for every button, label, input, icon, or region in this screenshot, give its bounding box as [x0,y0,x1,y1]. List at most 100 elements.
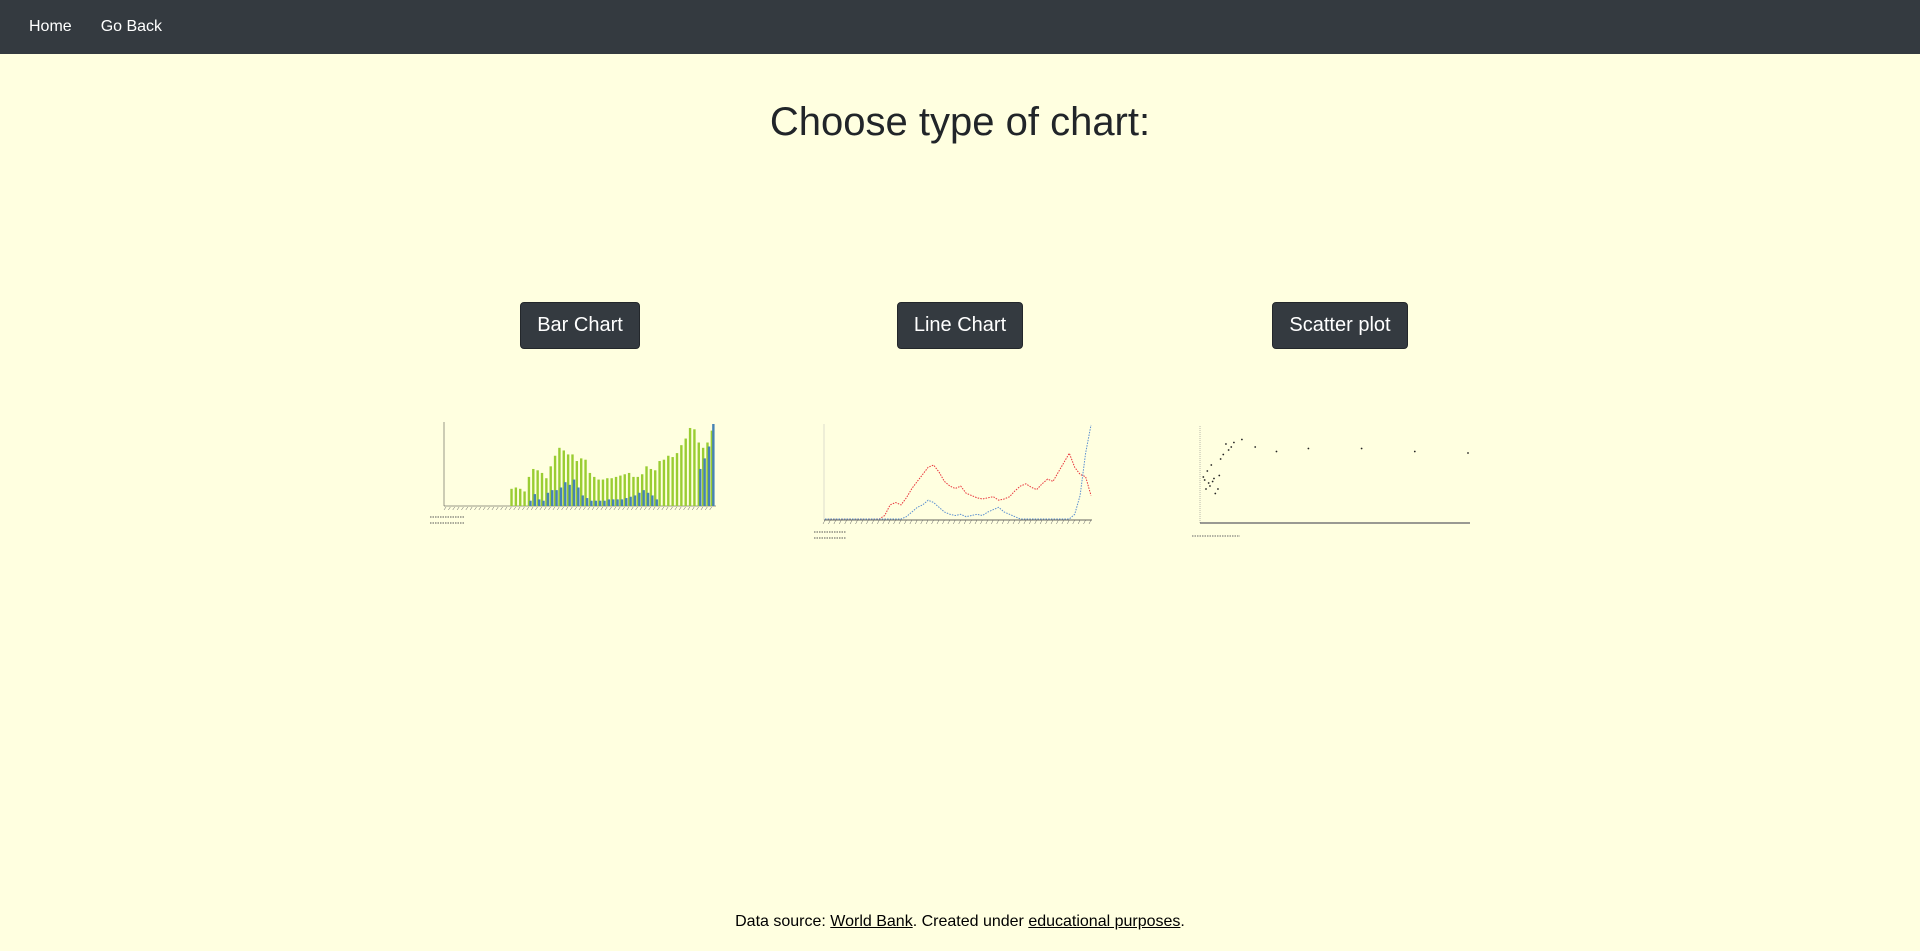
bar-x-tick-22 [539,506,543,511]
bar-x-tick-41 [622,506,625,511]
scatter-marks [1202,438,1469,495]
bar-x-tick-17 [517,506,521,511]
bar-x-tick-21 [535,506,538,511]
bar-x-tick-11 [491,506,495,511]
bar-x-tick-6 [469,506,473,511]
line-x-tick-40 [1039,519,1043,525]
line-x-tick-26 [963,519,967,525]
line-x-tick-7 [860,519,864,525]
scatter-plot-button[interactable]: Scatter plot [1272,302,1408,349]
bar-blue-39 [616,499,619,506]
line-marks [825,424,1092,520]
bar-blue-32 [585,498,589,506]
bar-x-tick-28 [565,506,569,511]
bar-x-tick-14 [504,506,508,511]
bar-x-tick-40 [617,506,621,511]
line-x-tick-23 [947,519,951,525]
bar-x-tick-60 [705,506,708,511]
scatter-point-18 [1241,438,1243,441]
bar-blue-26 [559,487,563,506]
scatter-point-14 [1225,443,1227,445]
bar-x-tick-27 [561,506,564,511]
nav-go-back-link[interactable]: Go Back [101,18,162,36]
bar-blue-31 [581,495,584,506]
bar-chart-thumbnail[interactable] [428,418,720,528]
line-chart-column: Line Chart [810,302,1110,349]
bar-green-56 [688,427,692,506]
bar-x-tick-18 [522,506,525,511]
line-x-tick-37 [1023,519,1027,525]
bar-blue-61 [712,424,715,506]
bar-x-tick-1 [448,506,451,511]
bar-green-52 [671,457,674,506]
line-x-tick-6 [855,519,858,525]
bar-green-55 [684,438,687,506]
bar-x-tick-29 [570,506,573,511]
bar-blue-59 [703,458,706,506]
bar-blue-29 [572,479,576,506]
bar-x-tick-61 [709,506,712,511]
line-x-tick-19 [925,519,929,525]
bar-blue-19 [529,500,532,506]
bar-blue-22 [542,500,545,506]
footer-suffix-text: . [1180,913,1185,930]
bar-blue-24 [551,490,554,506]
line-x-tick-32 [996,519,999,525]
bar-x-tick-31 [578,506,582,511]
bar-green-49 [658,461,661,506]
bar-x-tick-2 [452,506,455,511]
bar-blue-48 [655,499,658,506]
scatter-point-22 [1360,447,1363,450]
bar-green-51 [667,455,670,506]
scatter-point-21 [1307,447,1310,450]
bar-blue-44 [638,492,641,506]
line-series-1 [825,424,1092,520]
bar-blue-46 [646,492,650,506]
bar-x-tick-37 [604,506,608,511]
scatter-point-11 [1218,474,1221,477]
bar-blue-60 [707,446,711,506]
footer-prefix-text: Data source: [735,913,831,930]
scatter-point-23 [1413,450,1416,453]
bar-x-tick-4 [461,506,464,511]
line-chart-thumbnail[interactable] [812,420,1096,542]
bar-x-tick-0 [443,506,447,511]
bar-blue-30 [577,487,580,506]
bar-blue-28 [568,484,571,506]
line-x-tick-20 [931,519,934,525]
line-x-tick-0 [822,519,826,525]
line-x-tick-24 [953,519,956,525]
bar-green-54 [680,445,683,506]
bar-green-15 [510,488,513,506]
bar-x-tick-44 [635,506,638,511]
bar-x-tick-57 [692,506,695,511]
line-x-tick-10 [877,519,880,525]
bar-blue-34 [594,500,597,506]
scatter-plot-thumbnail[interactable] [1190,426,1474,538]
bar-x-tick-9 [482,506,486,511]
world-bank-link[interactable]: World Bank [830,913,912,930]
line-x-tick-18 [920,519,923,525]
scatter-point-8 [1213,477,1215,480]
line-x-tick-5 [849,519,853,525]
scatter-point-2 [1205,488,1207,490]
line-x-tick-41 [1045,519,1048,525]
line-x-tick-48 [1083,519,1086,525]
line-x-tick-42 [1050,519,1054,525]
bar-x-tick-12 [496,506,499,511]
scatter-point-3 [1206,470,1209,472]
scatter-point-7 [1211,480,1214,483]
line-chart-button[interactable]: Line Chart [896,302,1024,349]
nav-home-link[interactable]: Home [29,18,72,36]
bar-chart-button[interactable]: Bar Chart [520,302,640,349]
bar-x-tick-53 [674,506,678,511]
line-x-tick-43 [1056,519,1059,525]
bar-x-tick-5 [465,506,468,511]
bar-x-tick-33 [587,506,590,511]
bar-chart-column: Bar Chart [430,302,730,349]
bar-blue-25 [555,490,558,506]
educational-purposes-link[interactable]: educational purposes [1028,913,1180,930]
scatter-point-5 [1209,485,1211,487]
scatter-point-12 [1219,458,1222,460]
line-x-tick-8 [866,519,869,525]
